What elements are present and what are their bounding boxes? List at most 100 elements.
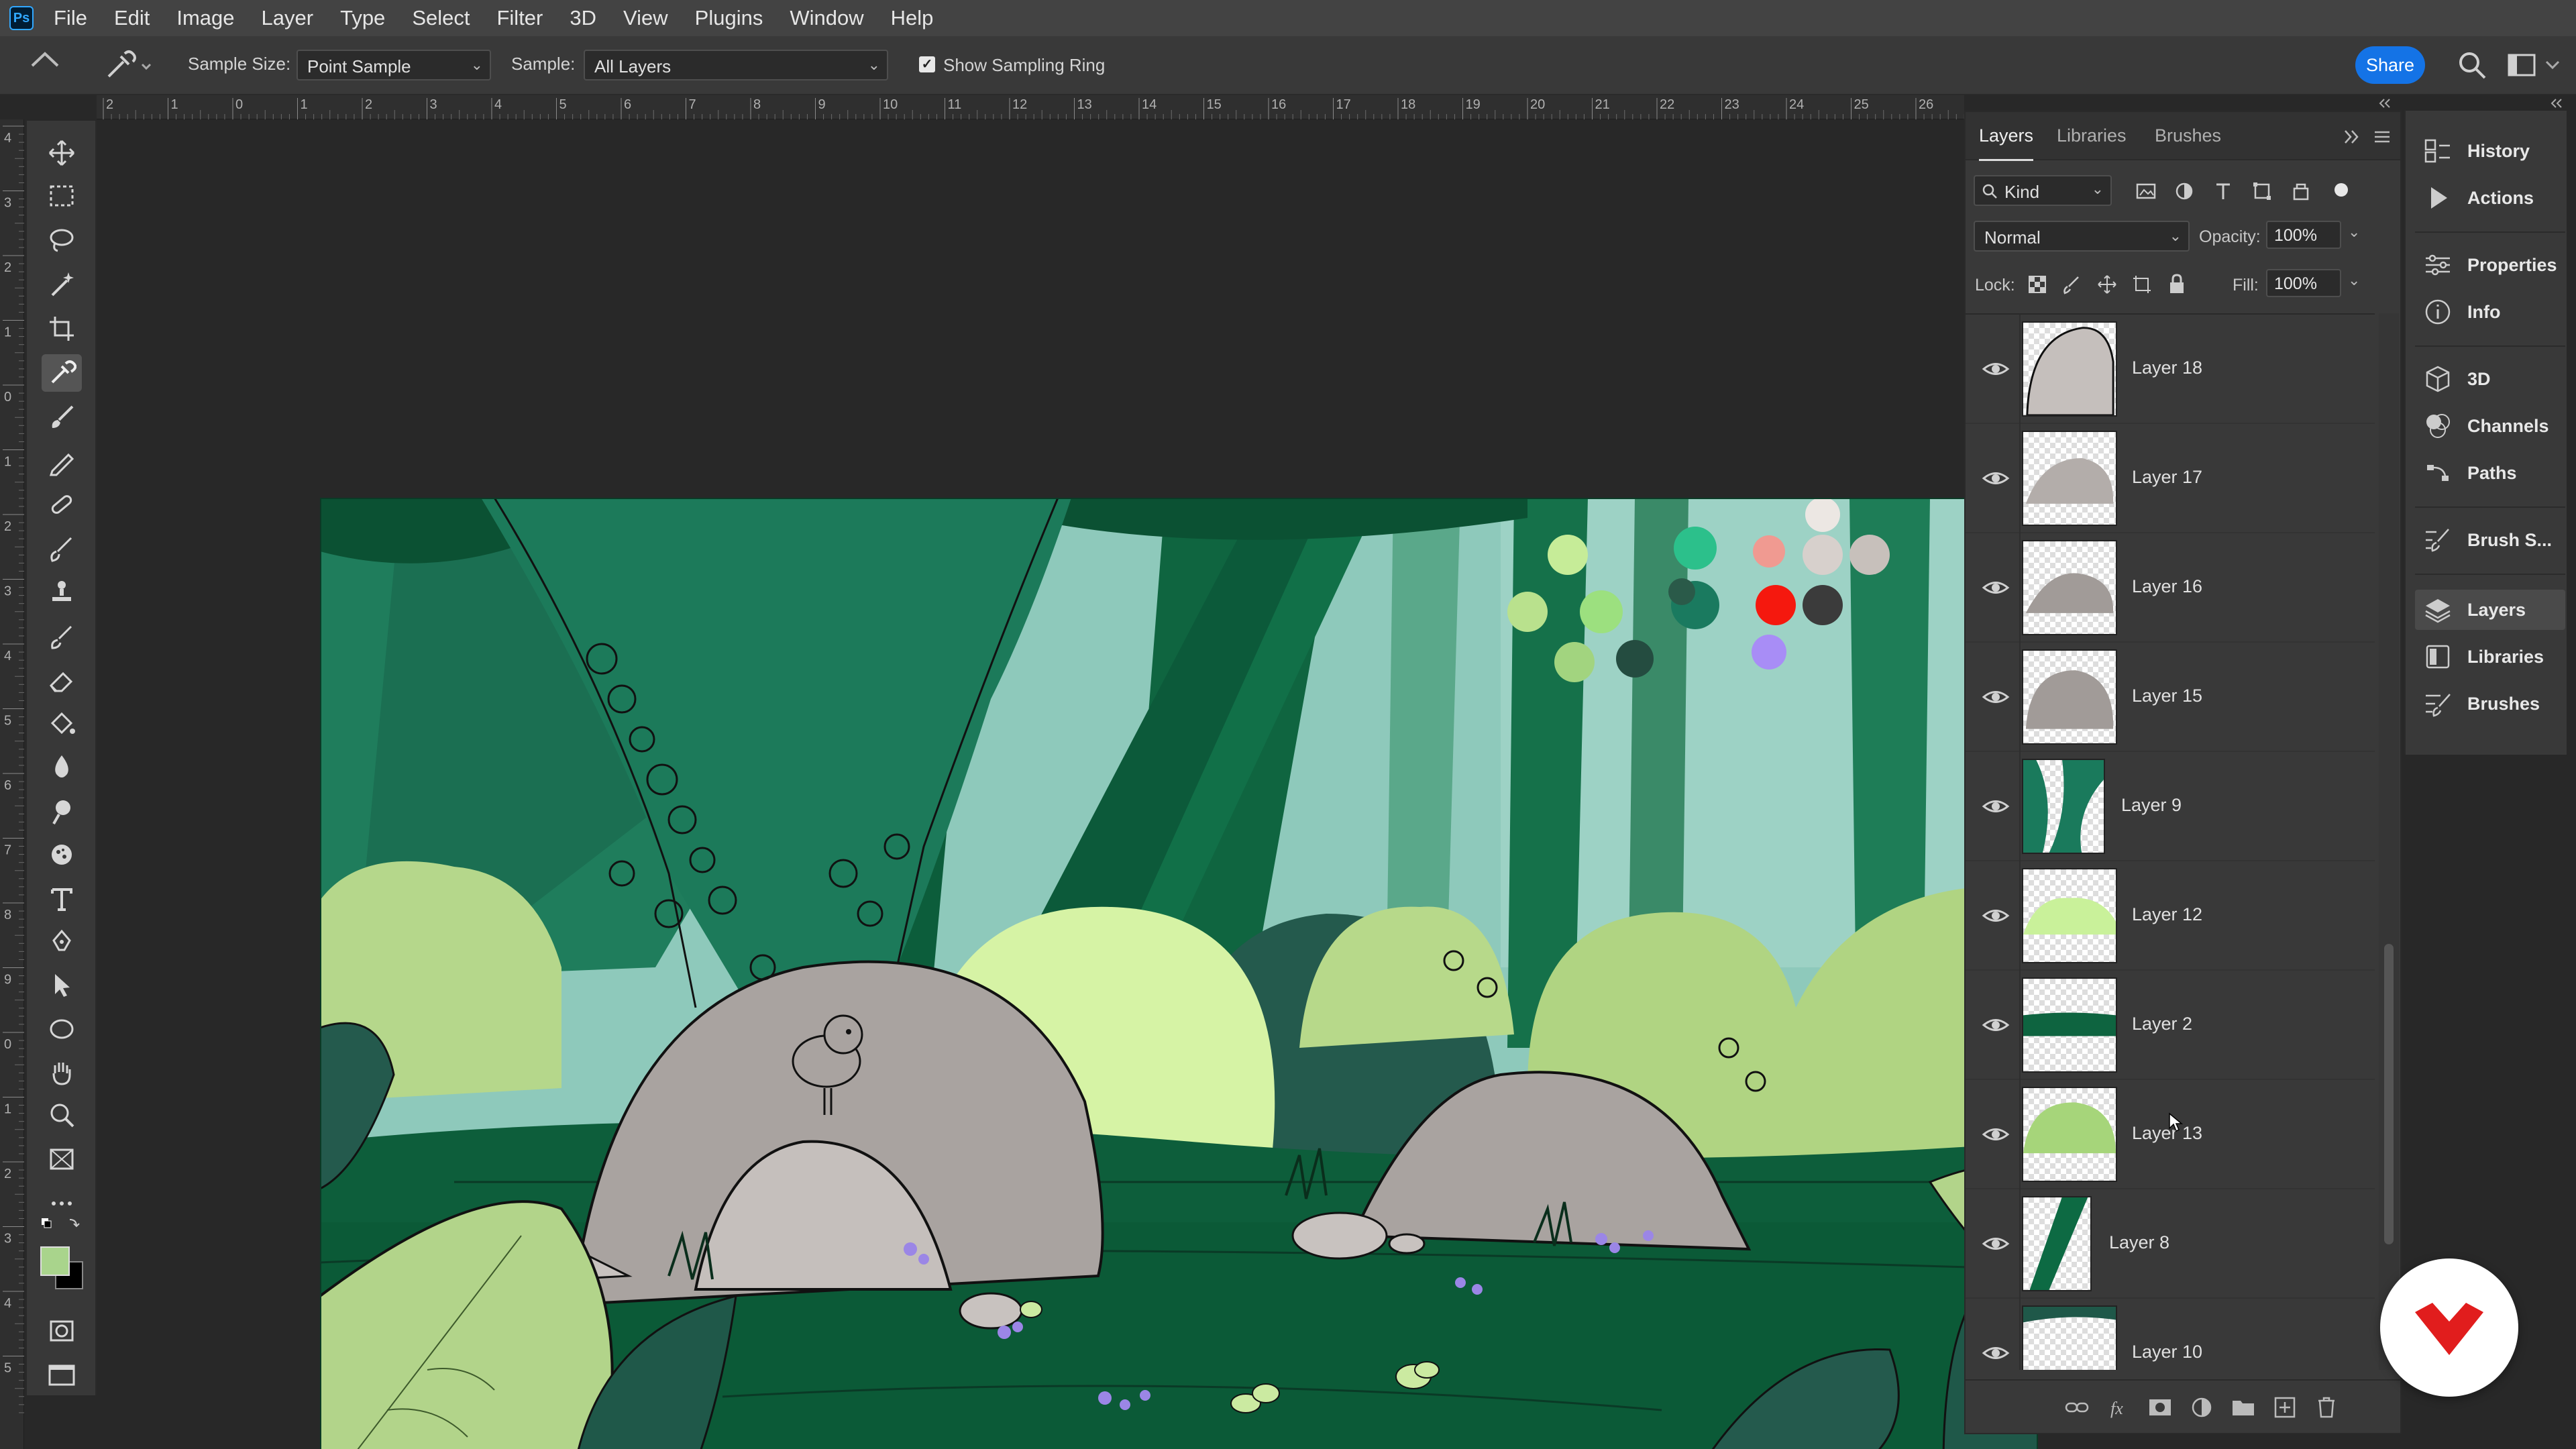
eye-icon[interactable] [1982,1011,2010,1039]
layer-row[interactable]: Layer 8 [1966,1189,2375,1299]
dock-brushes[interactable]: Brushes [2415,684,2565,724]
layer-name[interactable]: Layer 9 [2121,795,2182,816]
tab-libraries[interactable]: Libraries [2057,125,2127,146]
fill-input[interactable]: 100% [2266,269,2341,297]
menu-select[interactable]: Select [412,6,470,30]
hand-tool[interactable] [42,1053,82,1091]
menu-view[interactable]: View [623,6,668,30]
sponge-tool[interactable] [42,836,82,873]
layer-row[interactable]: Layer 17 [1966,424,2375,533]
dock-3d[interactable]: 3D [2415,359,2565,399]
layer-name[interactable]: Layer 15 [2132,686,2202,706]
layer-row[interactable]: Layer 9 [1966,752,2375,861]
collapse-panel-icon[interactable] [2341,127,2364,147]
filter-type-icon[interactable] [2212,180,2234,202]
collapse-dock-icon[interactable] [2546,97,2567,110]
mixer-brush-tool[interactable] [42,530,82,568]
menu-plugins[interactable]: Plugins [695,6,763,30]
blur-tool[interactable] [42,749,82,786]
chevron-down-icon[interactable]: ⌄ [2348,223,2360,241]
menu-layer[interactable]: Layer [262,6,314,30]
menu-help[interactable]: Help [891,6,934,30]
eye-icon[interactable] [1982,574,2010,602]
adjustment-layer-icon[interactable] [2188,1394,2215,1421]
zoom-tool[interactable] [42,1096,82,1134]
move-tool[interactable] [42,134,82,172]
screen-mode-tool[interactable] [42,1356,82,1394]
dodge-tool[interactable] [42,793,82,830]
clone-stamp-tool[interactable] [42,574,82,612]
layer-row[interactable]: Layer 16 [1966,533,2375,643]
dock-info[interactable]: Info [2415,292,2565,332]
layers-scrollbar[interactable] [2379,313,2399,1370]
new-group-icon[interactable] [2230,1394,2257,1421]
eye-icon[interactable] [1982,902,2010,930]
healing-tool[interactable] [42,486,82,523]
home-icon[interactable] [30,51,60,78]
sample-select[interactable]: All Layers ⌄ [584,50,888,80]
top-ruler[interactable]: 2 1 0 1 2 3 4 5 6 7 8 9 10 11 12 13 14 15 16 17 18 19 20 21 22 23… [97,95,1964,119]
layer-row[interactable]: Layer 12 [1966,861,2375,971]
tab-brushes[interactable]: Brushes [2155,125,2221,146]
lock-paint-icon[interactable] [2062,274,2082,294]
lock-artboard-icon[interactable] [2132,274,2152,294]
dock-history[interactable]: History [2415,131,2565,171]
crop-tool[interactable] [42,310,82,347]
lasso-tool[interactable] [42,221,82,259]
filter-kind-select[interactable]: Kind ⌄ [1974,175,2112,206]
scrollbar-thumb[interactable] [2384,944,2394,1244]
fx-icon[interactable]: fx [2106,1394,2133,1421]
layer-name[interactable]: Layer 10 [2132,1342,2202,1362]
left-ruler[interactable]: 4 3 2 1 0 1 2 3 4 5 6 7 8 9 0 1 2 3 4 5 [0,119,24,1449]
filter-pixel-icon[interactable] [2135,180,2157,202]
eye-icon[interactable] [1982,683,2010,711]
new-layer-icon[interactable] [2271,1394,2298,1421]
layer-name[interactable]: Layer 18 [2132,358,2202,378]
dock-actions[interactable]: Actions [2415,178,2565,218]
blend-mode-select[interactable]: Normal ⌄ [1974,221,2190,252]
layer-name[interactable]: Layer 2 [2132,1014,2192,1034]
lock-all-icon[interactable] [2167,273,2187,294]
layer-row[interactable]: Layer 13 [1966,1080,2375,1189]
eyedropper-preset-icon[interactable] [101,47,154,85]
eye-icon[interactable] [1982,1230,2010,1258]
dock-brush-settings[interactable]: Brush S... [2415,520,2565,560]
workspace-icon[interactable] [2505,48,2538,82]
chevron-down-icon[interactable]: ⌄ [2348,272,2360,289]
dock-channels[interactable]: Channels [2415,406,2565,446]
brush-tool[interactable] [42,398,82,436]
menu-image[interactable]: Image [176,6,234,30]
path-selection-tool[interactable] [42,966,82,1004]
sampling-ring-checkbox[interactable]: ✓ [919,56,935,72]
dock-layers[interactable]: Layers [2415,590,2565,630]
tab-layers[interactable]: Layers [1979,125,2034,161]
photoshop-logo[interactable]: Ps [9,6,34,30]
history-brush-tool[interactable] [42,619,82,656]
document-workspace[interactable] [97,119,2038,1449]
panel-menu-icon[interactable] [2371,127,2394,147]
foreground-color-swatch[interactable] [40,1246,70,1276]
layer-row[interactable]: Layer 2 [1966,971,2375,1080]
filter-adjustment-icon[interactable] [2174,180,2195,202]
add-mask-icon[interactable] [2147,1394,2174,1421]
chevron-down-icon[interactable] [2542,48,2563,82]
marquee-tool[interactable] [42,177,82,215]
type-tool[interactable] [42,880,82,918]
link-layers-icon[interactable] [2063,1394,2090,1421]
filter-smart-object-icon[interactable] [2290,180,2312,202]
eyedropper-tool[interactable] [42,354,82,392]
pencil-tool[interactable] [42,443,82,480]
search-icon[interactable] [2455,48,2489,82]
lock-transparent-icon[interactable] [2027,274,2047,294]
swap-colors-icon[interactable] [39,1213,93,1240]
forest-illustration-canvas[interactable] [320,498,2038,1449]
collapse-panels-icon[interactable] [2375,97,2395,110]
menu-3d[interactable]: 3D [570,6,596,30]
layer-name[interactable]: Layer 13 [2132,1123,2202,1144]
dock-paths[interactable]: Paths [2415,453,2565,493]
menu-file[interactable]: File [54,6,87,30]
pen-tool[interactable] [42,923,82,961]
layer-name[interactable]: Layer 12 [2132,904,2202,925]
layer-row[interactable]: Layer 18 [1966,315,2375,424]
trash-icon[interactable] [2313,1394,2340,1421]
